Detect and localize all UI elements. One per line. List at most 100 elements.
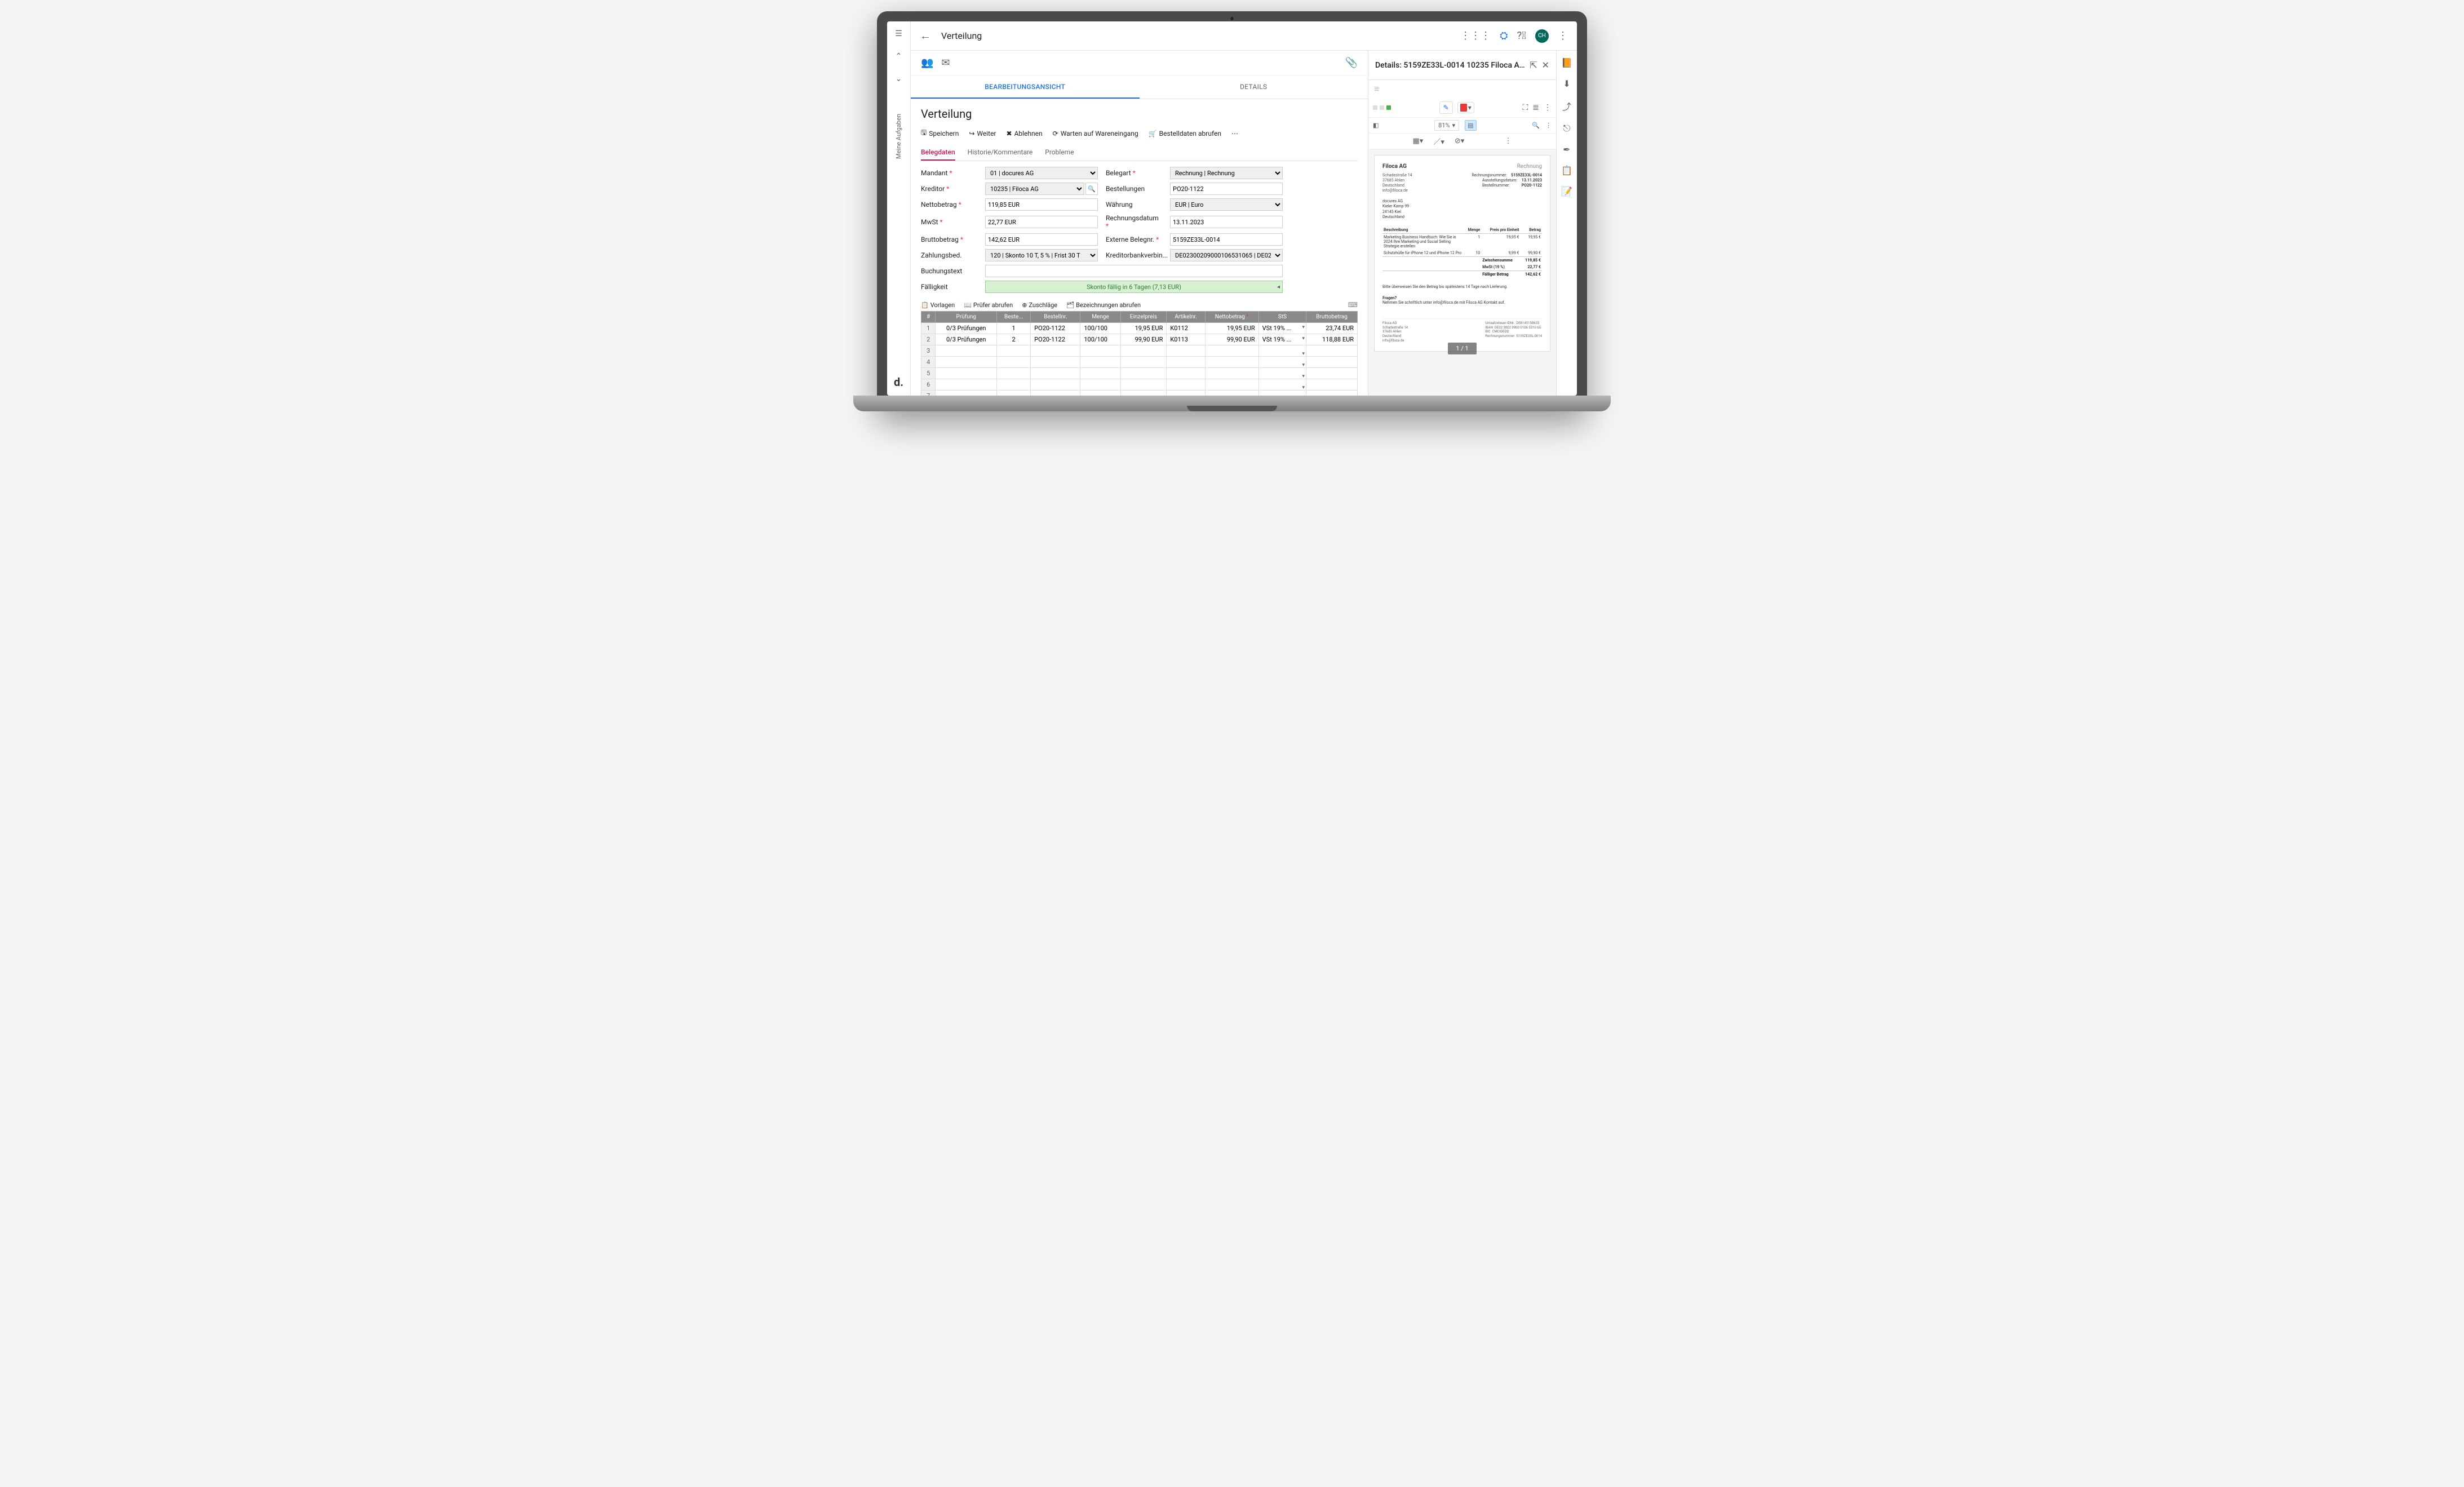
reject-button[interactable]: ✖ Ablehnen <box>1007 130 1043 137</box>
help-icon[interactable]: ?⃝ <box>1517 30 1527 42</box>
doc-line-table: Beschreibung Menge Preis pro Einheit Bet… <box>1382 227 1542 278</box>
subtab-history[interactable]: Historie/Kommentare <box>968 145 1033 161</box>
col-artikelnr: Artikelnr. <box>1167 312 1205 323</box>
fullscreen-icon[interactable]: ⛶ <box>1522 103 1528 112</box>
close-icon[interactable]: ✕ <box>1542 60 1549 70</box>
stamp-icon[interactable]: ▦▾ <box>1413 137 1424 145</box>
table-row-empty[interactable]: 6 <box>921 379 1358 390</box>
tab-details[interactable]: DETAILS <box>1140 76 1368 99</box>
table-row-empty[interactable]: 7 <box>921 390 1358 396</box>
action-bar: 🖫 Speichern ↪ Weiter ✖ Ablehnen ⟳ Warten… <box>921 127 1358 139</box>
fetch-po-button[interactable]: 🛒 Bestelldaten abrufen <box>1149 130 1221 137</box>
col-pruefung: Prüfung <box>936 312 997 323</box>
chevron-up-icon[interactable]: ⌃ <box>896 52 902 61</box>
keyboard-icon[interactable]: ⌨ <box>1348 301 1358 309</box>
doc-type: Rechnung <box>1517 163 1542 170</box>
input-rechnungsdatum[interactable] <box>1170 216 1283 228</box>
subtab-problems[interactable]: Probleme <box>1045 145 1074 161</box>
doc-footer-left: Filoca AGSchadestraße 1437685 AhlenDeuts… <box>1382 321 1408 343</box>
annotation-icon[interactable]: ▤ <box>1465 120 1476 131</box>
workflow-icon[interactable]: ⎋ <box>1563 123 1571 134</box>
draw-icon[interactable]: ／▾ <box>1433 136 1444 147</box>
details-hamburger-icon[interactable]: ≡ <box>1368 80 1556 98</box>
hamburger-icon[interactable]: ☰ <box>895 29 902 38</box>
table-row-empty[interactable]: 3 <box>921 345 1358 357</box>
col-einzelpreis: Einzelpreis <box>1120 312 1167 323</box>
label-kreditor: Kreditor <box>921 185 977 193</box>
apps-icon[interactable]: ⋮⋮⋮ <box>1460 30 1491 42</box>
edit-doc-icon[interactable]: ✎ <box>1439 101 1453 114</box>
sidebar-label: Meine Aufgaben <box>895 114 902 159</box>
due-expand-icon[interactable]: ◂ <box>1277 284 1280 290</box>
page-indicator: 1 / 1 <box>1448 343 1476 354</box>
input-kreditorbank[interactable]: DE02300209000106531065 | DE02 3002 09 <box>1170 249 1283 261</box>
input-kreditor[interactable]: 10235 | Filoca AG <box>985 183 1084 195</box>
continue-button[interactable]: ↪ Weiter <box>969 130 996 137</box>
input-buchungstext[interactable] <box>985 265 1283 277</box>
kreditor-search-button[interactable]: 🔍 <box>1085 183 1098 195</box>
templates-button[interactable]: 📋 Vorlagen <box>921 301 955 309</box>
input-mandant[interactable]: 01 | docures AG <box>985 167 1098 179</box>
col-bruttobetrag: Bruttobetrag <box>1306 312 1357 323</box>
pdf-icon[interactable]: ▾ <box>1457 102 1474 113</box>
input-nettobetrag[interactable] <box>985 198 1098 211</box>
tab-edit-view[interactable]: BEARBEITUNGSANSICHT <box>911 76 1140 99</box>
label-faelligkeit: Fälligkeit <box>921 283 977 291</box>
zoom-control[interactable]: 81% ▾ <box>1434 120 1459 131</box>
fetch-checker-button[interactable]: 📖 Prüfer abrufen <box>964 301 1013 309</box>
col-num: # <box>921 312 936 323</box>
fetch-labels-button[interactable]: 🗂 Bezeichnungen abrufen <box>1066 301 1141 309</box>
person-assign-icon[interactable]: 👥 <box>921 57 933 69</box>
sidebar-toggle-icon[interactable]: ◧ <box>1373 122 1379 129</box>
main-area: ← Verteilung ⋮⋮⋮ ⛭ ?⃝ CH ⋮ 👥 ✉ 📎 BEARBEI… <box>911 21 1577 396</box>
table-row-empty[interactable]: 5 <box>921 368 1358 379</box>
wait-button[interactable]: ⟳ Warten auf Wareneingang <box>1053 130 1138 137</box>
subtab-docdata[interactable]: Belegdaten <box>921 145 955 161</box>
label-externe-belegnr: Externe Belegnr. <box>1106 236 1162 243</box>
col-beste: Beste... <box>997 312 1031 323</box>
form-grid: Mandant 01 | docures AG Belegart Rechnun… <box>921 167 1358 293</box>
table-row[interactable]: 10/3 Prüfungen1PO20-1122100/10019,95 EUR… <box>921 323 1358 334</box>
label-buchungstext: Buchungstext <box>921 267 977 275</box>
search-icon[interactable]: 🔍 <box>1532 122 1540 129</box>
more-actions-icon[interactable]: ⋯ <box>1231 130 1238 137</box>
list-icon[interactable]: ≣ <box>1532 103 1539 112</box>
download-icon[interactable]: ⬇ <box>1563 78 1570 89</box>
page-title: Verteilung <box>921 107 1358 121</box>
sign-icon[interactable]: ✒ <box>1563 144 1570 155</box>
third-more-icon[interactable]: ⋮ <box>1505 137 1512 145</box>
input-waehrung[interactable]: EUR | Euro <box>1170 198 1283 211</box>
table-row-empty[interactable]: 4 <box>921 357 1358 368</box>
input-bruttobetrag[interactable] <box>985 233 1098 246</box>
table-row[interactable]: 20/3 Prüfungen2PO20-1122100/10099,90 EUR… <box>921 334 1358 345</box>
share-icon[interactable]: ⤴ <box>1562 99 1571 113</box>
chevron-down-icon[interactable]: ⌄ <box>896 74 902 83</box>
avatar[interactable]: CH <box>1535 29 1549 43</box>
clipboard-icon[interactable]: 📋 <box>1561 165 1572 176</box>
input-zahlungsbed[interactable]: 120 | Skonto 10 T, 5 % | Frist 30 T <box>985 249 1098 261</box>
label-belegart: Belegart <box>1106 169 1162 177</box>
back-icon[interactable]: ← <box>920 29 931 43</box>
input-bestellungen[interactable] <box>1170 183 1283 195</box>
viewer-more-icon[interactable]: ⋮ <box>1544 103 1552 112</box>
save-button[interactable]: 🖫 Speichern <box>921 127 959 139</box>
open-external-icon[interactable]: ⇱ <box>1530 60 1537 70</box>
logo: d. <box>894 375 903 389</box>
mail-icon[interactable]: ✉ <box>941 57 950 69</box>
viewer-menu-icon[interactable]: ⋮ <box>1545 122 1552 129</box>
more-icon[interactable]: ⋮ <box>1558 30 1568 42</box>
doc-recipient: docures AGKieler Kamp 9924145 KielDeutsc… <box>1382 199 1542 219</box>
book-icon[interactable]: 📙 <box>1561 57 1572 68</box>
col-nettobetrag: Nettobetrag <box>1205 312 1258 323</box>
document-preview: Filoca AG Rechnung Schadestraße 1437685 … <box>1374 155 1550 352</box>
input-belegart[interactable]: Rechnung | Rechnung <box>1170 167 1283 179</box>
doc-company: Filoca AG <box>1382 163 1407 170</box>
approve-icon[interactable]: ⊘▾ <box>1455 137 1464 145</box>
input-externe-belegnr[interactable] <box>1170 233 1283 246</box>
surcharges-button[interactable]: ⊕ Zuschläge <box>1022 301 1057 309</box>
attachment-icon[interactable]: 📎 <box>1345 57 1358 69</box>
gift-icon[interactable]: ⛭ <box>1500 30 1508 42</box>
clipboard-check-icon[interactable]: 📝 <box>1561 186 1572 197</box>
line-items-table: # Prüfung Beste... Bestellnr. Menge Einz… <box>921 311 1358 396</box>
input-mwst[interactable] <box>985 216 1098 228</box>
